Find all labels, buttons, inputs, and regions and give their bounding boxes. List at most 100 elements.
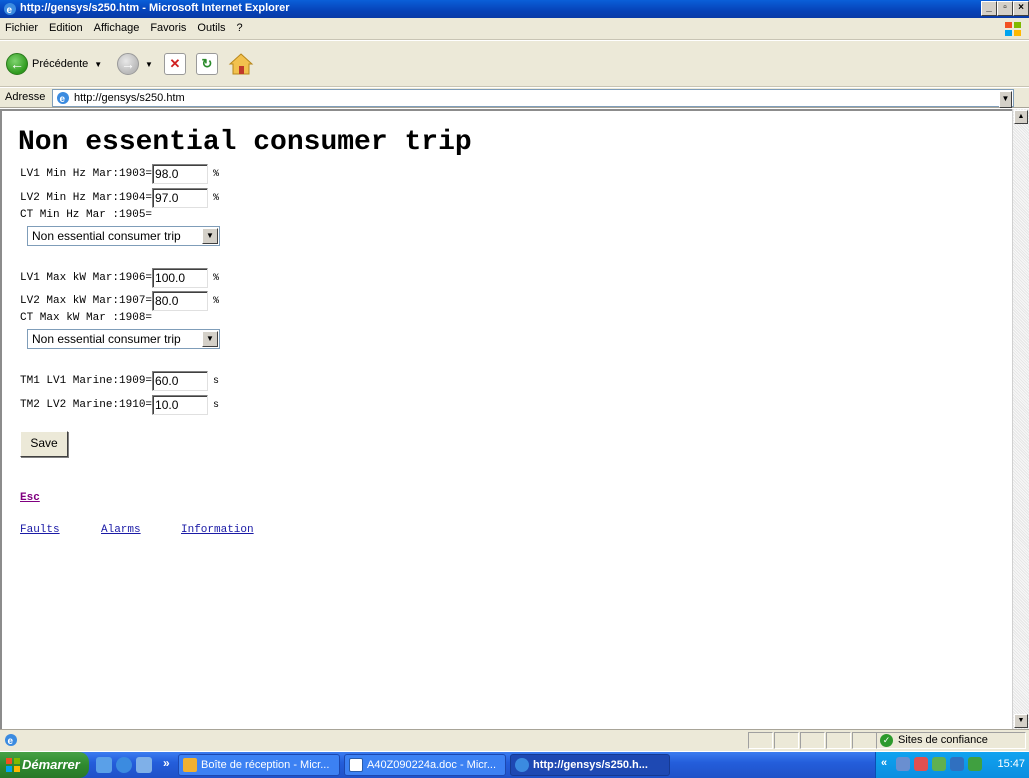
menu-fichier[interactable]: Fichier <box>5 22 38 34</box>
vertical-scrollbar[interactable]: ▲ ▼ <box>1012 109 1029 729</box>
home-icon[interactable] <box>228 51 254 77</box>
lv1-min-hz-input[interactable] <box>152 164 209 184</box>
quicklaunch-more[interactable]: » <box>163 756 170 770</box>
svg-text:e: e <box>60 94 66 105</box>
field-label: TM2 LV2 Marine:1910= <box>20 399 153 411</box>
field-unit: % <box>213 168 220 180</box>
task-inbox[interactable]: Boîte de réception - Micr... <box>178 754 340 776</box>
close-button[interactable]: × <box>1013 1 1029 16</box>
page-icon: e <box>57 92 69 105</box>
chevron-down-icon[interactable]: ▼ <box>202 228 218 244</box>
forward-button[interactable]: → ▼ <box>117 53 153 75</box>
stop-icon[interactable]: ✕ <box>164 53 186 75</box>
taskbar: Démarrer » Boîte de réception - Micr... … <box>0 752 1029 778</box>
windows-logo-icon <box>1005 22 1021 36</box>
field-label: LV1 Min Hz Mar:1903= <box>20 168 153 180</box>
menu-help[interactable]: ? <box>237 22 243 34</box>
save-button[interactable]: Save <box>20 431 68 457</box>
task-label: Boîte de réception - Micr... <box>201 759 330 771</box>
lv1-max-kw-input[interactable] <box>152 268 209 288</box>
address-dropdown-icon[interactable]: ▼ <box>999 91 1012 108</box>
tm2-lv2-marine-input[interactable] <box>152 395 209 415</box>
lv2-max-kw-input[interactable] <box>152 291 209 311</box>
clock: 15:47 <box>997 758 1025 770</box>
status-cell <box>852 732 877 749</box>
tray-expand[interactable]: « <box>881 757 887 769</box>
status-bar: e ✓ Sites de confiance <box>0 729 1029 751</box>
back-dropdown-icon[interactable]: ▼ <box>94 60 102 69</box>
ie-icon <box>515 758 529 772</box>
information-link[interactable]: Information <box>181 524 254 536</box>
address-bar: Adresse e http://gensys/s250.htm ▼ <box>0 88 1029 108</box>
status-cell <box>774 732 799 749</box>
outlook-icon <box>183 758 197 772</box>
address-label: Adresse <box>5 91 46 103</box>
back-button[interactable]: ← Précédente ▼ <box>6 53 102 75</box>
quicklaunch-desktop-icon[interactable] <box>96 757 112 773</box>
menu-outils[interactable]: Outils <box>197 22 225 34</box>
field-label: CT Max kW Mar :1908= <box>20 312 153 324</box>
forward-dropdown-icon[interactable]: ▼ <box>145 60 153 69</box>
task-word-doc[interactable]: A40Z090224a.doc - Micr... <box>344 754 506 776</box>
network-icon[interactable] <box>896 757 910 771</box>
windows-flag-icon <box>6 758 20 772</box>
maximize-button[interactable]: ▫ <box>997 1 1013 16</box>
field-row: CT Min Hz Mar :1905= <box>20 209 152 221</box>
page-content: Non essential consumer trip LV1 Min Hz M… <box>0 109 1012 729</box>
alarms-link[interactable]: Alarms <box>101 524 141 536</box>
faults-link[interactable]: Faults <box>20 524 60 536</box>
status-cell <box>800 732 825 749</box>
address-url: http://gensys/s250.htm <box>74 92 185 104</box>
field-row: CT Max kW Mar :1908= <box>20 312 152 324</box>
ct-min-hz-select[interactable]: Non essential consumer trip ▼ <box>27 226 220 246</box>
security-zone: ✓ Sites de confiance <box>876 732 1026 749</box>
address-input[interactable]: e http://gensys/s250.htm ▼ <box>52 89 1014 108</box>
start-button[interactable]: Démarrer <box>0 752 89 778</box>
field-unit: % <box>213 272 220 284</box>
field-row: TM1 LV1 Marine:1909= s <box>20 371 219 391</box>
user-icon[interactable] <box>968 757 982 771</box>
menu-affichage[interactable]: Affichage <box>94 22 140 34</box>
back-arrow-icon: ← <box>6 53 28 75</box>
field-row: TM2 LV2 Marine:1910= s <box>20 395 219 415</box>
security-icon[interactable] <box>914 757 928 771</box>
field-label: LV2 Min Hz Mar:1904= <box>20 192 153 204</box>
zone-label: Sites de confiance <box>898 734 988 746</box>
toolbar: ← Précédente ▼ → ▼ ✕ ↻ <box>0 41 1029 87</box>
ct-max-kw-select[interactable]: Non essential consumer trip ▼ <box>27 329 220 349</box>
field-label: LV2 Max kW Mar:1907= <box>20 295 153 307</box>
status-cell <box>748 732 773 749</box>
task-label: http://gensys/s250.h... <box>533 759 648 771</box>
task-ie[interactable]: http://gensys/s250.h... <box>510 754 670 776</box>
field-row: LV1 Min Hz Mar:1903= % <box>20 164 219 184</box>
field-label: LV1 Max kW Mar:1906= <box>20 272 153 284</box>
esc-link[interactable]: Esc <box>20 492 40 504</box>
field-row: LV1 Max kW Mar:1906= % <box>20 268 219 288</box>
tray-app-icon[interactable] <box>950 757 964 771</box>
page-status-icon: e <box>5 734 17 747</box>
svg-text:e: e <box>7 5 13 16</box>
ie-icon: e <box>4 3 16 16</box>
quicklaunch-app-icon[interactable] <box>136 757 152 773</box>
select-value: Non essential consumer trip <box>32 332 181 346</box>
field-unit: % <box>213 295 220 307</box>
scroll-down-icon[interactable]: ▼ <box>1014 714 1028 728</box>
tray-app-icon[interactable] <box>932 757 946 771</box>
system-tray: « 15:47 <box>875 752 1029 778</box>
chevron-down-icon[interactable]: ▼ <box>202 331 218 347</box>
window-titlebar: e http://gensys/s250.htm - Microsoft Int… <box>0 0 1029 18</box>
quicklaunch-ie-icon[interactable] <box>116 757 132 773</box>
refresh-icon[interactable]: ↻ <box>196 53 218 75</box>
trusted-check-icon: ✓ <box>880 734 893 747</box>
tm1-lv1-marine-input[interactable] <box>152 371 209 391</box>
lv2-min-hz-input[interactable] <box>152 188 209 208</box>
menu-favoris[interactable]: Favoris <box>150 22 186 34</box>
task-label: A40Z090224a.doc - Micr... <box>367 759 497 771</box>
scroll-up-icon[interactable]: ▲ <box>1014 110 1028 124</box>
forward-arrow-icon: → <box>117 53 139 75</box>
minimize-button[interactable]: _ <box>981 1 997 16</box>
field-unit: s <box>213 375 220 387</box>
field-unit: % <box>213 192 220 204</box>
field-row: LV2 Min Hz Mar:1904= % <box>20 188 219 208</box>
menu-edition[interactable]: Edition <box>49 22 83 34</box>
